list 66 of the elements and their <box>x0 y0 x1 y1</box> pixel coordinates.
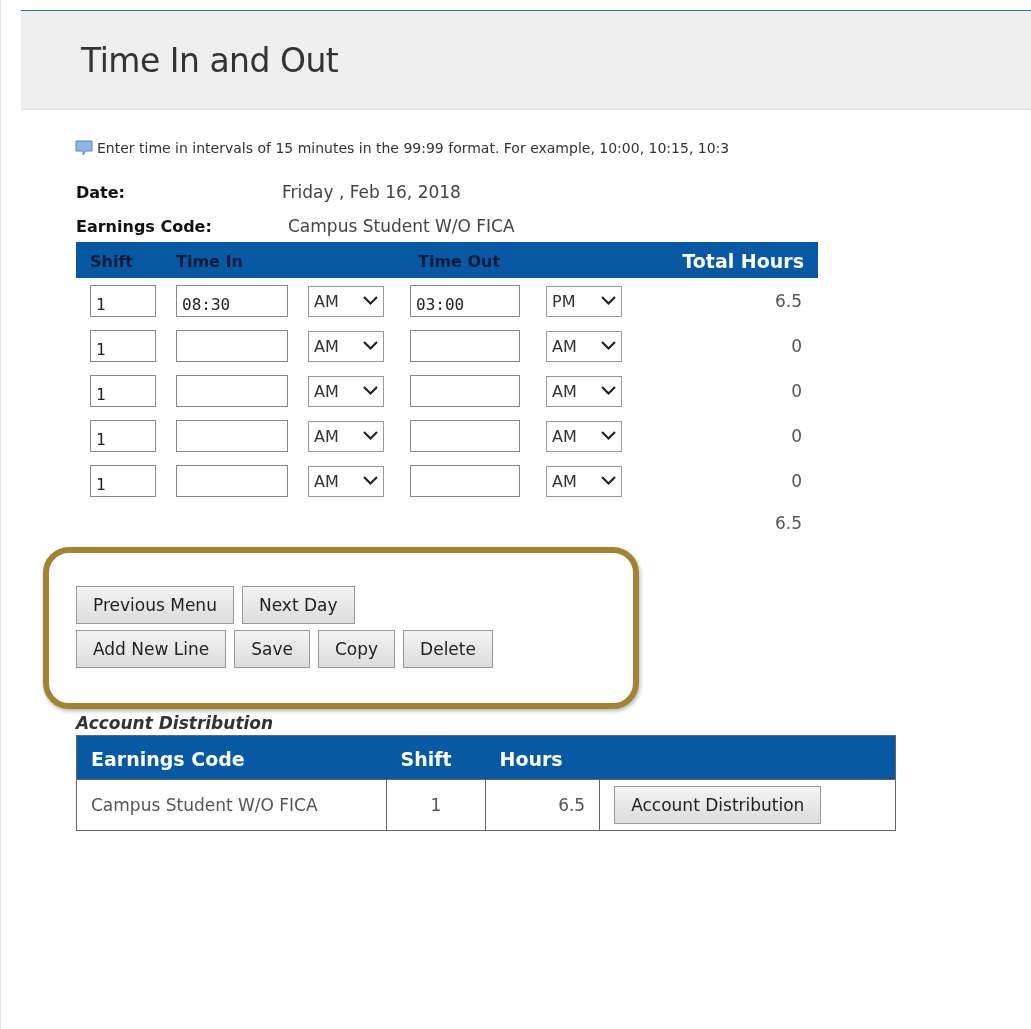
table-cell: 1 <box>430 795 442 815</box>
column-header: Time Out <box>404 242 628 278</box>
chevron-down-icon <box>601 431 616 441</box>
time-out-input[interactable] <box>410 465 520 497</box>
period-select[interactable]: AM <box>308 375 384 407</box>
period-select[interactable]: PM <box>546 285 622 317</box>
action-button[interactable]: Next Day <box>241 586 355 624</box>
column-header: Earnings Code <box>76 735 387 780</box>
total-hours: 0 <box>791 426 802 446</box>
speech-bubble-icon <box>75 140 93 156</box>
time-out-input[interactable] <box>410 375 520 407</box>
table-cell: 6.5 <box>558 795 586 815</box>
period-select[interactable]: AM <box>546 375 622 407</box>
chevron-down-icon <box>601 341 616 351</box>
chevron-down-icon <box>601 476 616 486</box>
period-select[interactable]: AM <box>308 330 384 362</box>
time-in-input[interactable] <box>176 330 288 362</box>
column-header: Total Hours <box>628 242 818 278</box>
period-select[interactable]: AM <box>546 330 622 362</box>
chevron-down-icon <box>601 386 616 396</box>
shift-input[interactable]: 1 <box>90 465 156 497</box>
chevron-down-icon <box>363 476 378 486</box>
column-header: Shift <box>386 735 486 780</box>
period-select[interactable]: AM <box>308 465 384 497</box>
chevron-down-icon <box>601 296 616 306</box>
shift-input[interactable]: 1 <box>90 285 156 317</box>
total-hours: 0 <box>791 336 802 356</box>
time-in-input[interactable]: 08:30 <box>176 285 288 317</box>
period-select[interactable]: AM <box>546 420 622 452</box>
chevron-down-icon <box>363 431 378 441</box>
section-title: Account Distribution <box>76 713 275 733</box>
chevron-down-icon <box>363 341 378 351</box>
date-label: Date: <box>76 183 126 202</box>
shift-input[interactable]: 1 <box>90 420 156 452</box>
account-distribution-button[interactable]: Account Distribution <box>614 786 822 824</box>
time-in-input[interactable] <box>176 465 288 497</box>
time-out-input[interactable]: 03:00 <box>410 285 520 317</box>
chevron-down-icon <box>363 296 378 306</box>
total-hours: 6.5 <box>774 291 802 311</box>
time-in-input[interactable] <box>176 420 288 452</box>
grand-total: 6.5 <box>774 513 802 533</box>
page-title: Time In and Out <box>81 40 339 80</box>
time-out-input[interactable] <box>410 420 520 452</box>
total-hours: 0 <box>791 381 802 401</box>
action-button[interactable]: Add New Line <box>76 630 227 668</box>
time-in-input[interactable] <box>176 375 288 407</box>
shift-input[interactable]: 1 <box>90 375 156 407</box>
hint-text: Enter time in intervals of 15 minutes in the 99:99 format. For example, 10:00, 10:15, 10:3 <box>97 140 730 156</box>
earnings-code-value: Campus Student W/O FICA <box>288 216 515 236</box>
table-cell: Campus Student W/O FICA <box>91 795 318 815</box>
column-header: Shift <box>76 242 162 278</box>
date-value: Friday , Feb 16, 2018 <box>282 182 461 202</box>
column-header: Hours <box>485 735 600 780</box>
period-select[interactable]: AM <box>308 420 384 452</box>
period-select[interactable]: AM <box>546 465 622 497</box>
action-button[interactable]: Delete <box>403 630 493 668</box>
action-button[interactable]: Save <box>234 630 310 668</box>
period-select[interactable]: AM <box>308 285 384 317</box>
column-header: Time In <box>162 242 404 278</box>
action-button[interactable]: Previous Menu <box>76 586 234 624</box>
action-button[interactable]: Copy <box>317 630 396 668</box>
earnings-code-label: Earnings Code: <box>76 217 213 236</box>
chevron-down-icon <box>363 386 378 396</box>
time-out-input[interactable] <box>410 330 520 362</box>
total-hours: 0 <box>791 471 802 491</box>
shift-input[interactable]: 1 <box>90 330 156 362</box>
